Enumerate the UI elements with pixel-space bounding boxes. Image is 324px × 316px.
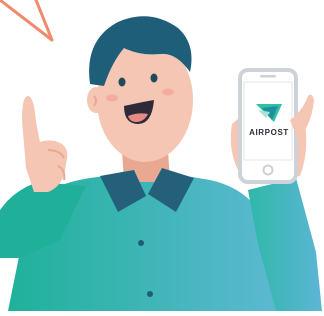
illustration: AIRPOST bbox=[0, 0, 324, 311]
shirt-button bbox=[147, 291, 153, 297]
man-with-phone-illustration bbox=[0, 0, 322, 311]
shirt-button bbox=[138, 240, 144, 246]
eye bbox=[118, 77, 126, 87]
pointing-hand bbox=[22, 96, 68, 192]
eye bbox=[150, 73, 158, 83]
app-name-label: AIRPOST bbox=[249, 128, 289, 137]
head bbox=[87, 16, 193, 162]
speech-mark-icon bbox=[0, 0, 54, 42]
smartphone bbox=[238, 68, 298, 184]
